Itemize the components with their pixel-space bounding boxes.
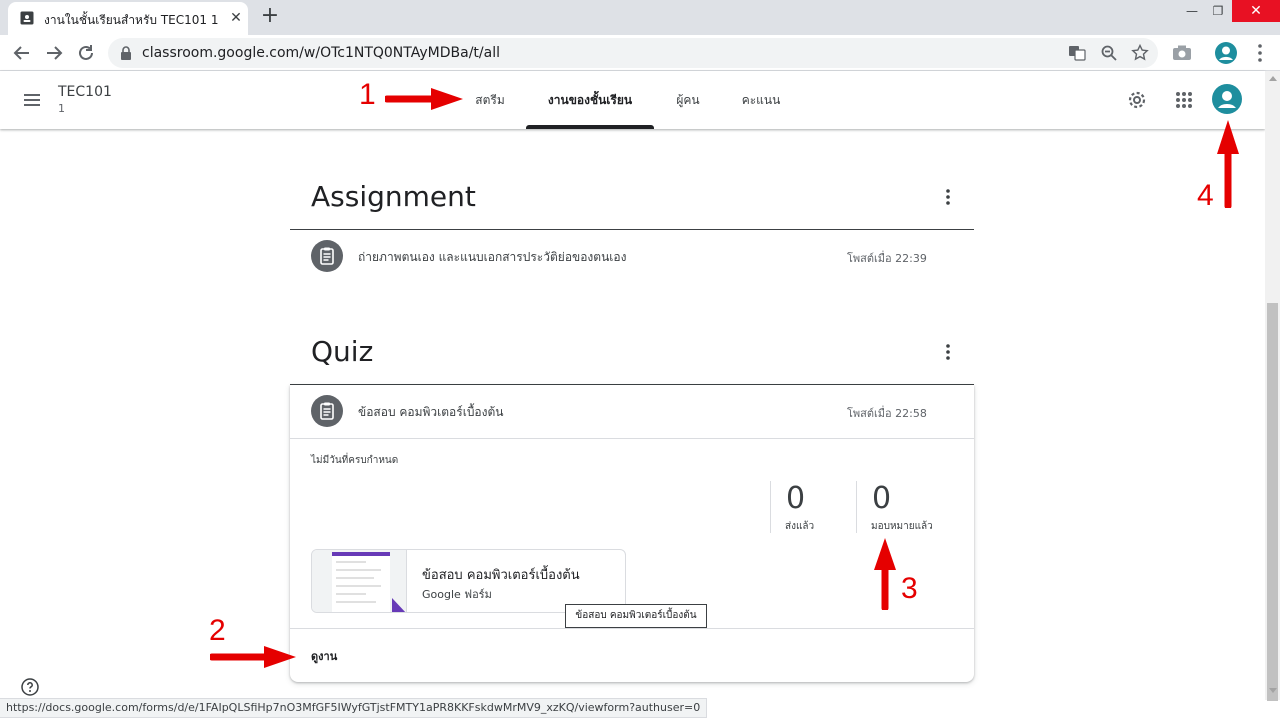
zoom-icon[interactable] (1100, 44, 1118, 62)
turned-in-count[interactable]: 0 (786, 481, 805, 516)
quiz-item-time: โพสต์เมื่อ 22:58 (847, 407, 927, 420)
active-tab-indicator (526, 125, 654, 129)
help-icon[interactable] (21, 678, 39, 696)
turned-in-label[interactable]: ส่งแล้ว (785, 519, 814, 534)
annotation-arrow-up-icon (874, 538, 896, 610)
scroll-thumb[interactable] (1267, 303, 1278, 701)
form-preview-icon (332, 552, 406, 612)
quiz-item-title[interactable]: ข้อสอบ คอมพิวเตอร์เบื้องต้น (358, 403, 504, 422)
url-text[interactable]: classroom.google.com/w/OTc1NTQ0NTAyMDBa/… (142, 45, 500, 61)
tab-stream[interactable]: สตรีม (462, 71, 518, 129)
assignment-item-time: โพสต์เมื่อ 22:39 (847, 252, 927, 265)
annotation-number: 4 (1197, 179, 1214, 212)
tab-title: งานในชั้นเรียนสำหรับ TEC101 1 (44, 13, 219, 27)
settings-gear-icon[interactable] (1125, 88, 1149, 112)
new-tab-icon[interactable]: + (258, 5, 282, 29)
back-icon[interactable] (10, 41, 34, 65)
attachment-title[interactable]: ข้อสอบ คอมพิวเตอร์เบื้องต้น (422, 564, 580, 585)
stat-divider (856, 481, 857, 533)
assignment-clipboard-icon (311, 395, 343, 427)
annotation-number: 2 (209, 614, 226, 647)
window-maximize-button[interactable]: ❐ (1202, 0, 1234, 22)
assignment-clipboard-icon (311, 240, 343, 272)
topic-more-options-icon[interactable] (938, 187, 958, 207)
reload-icon[interactable] (74, 41, 98, 65)
apps-grid-icon[interactable] (1172, 88, 1196, 112)
page-scrollbar[interactable] (1265, 71, 1280, 701)
account-avatar-icon[interactable] (1212, 84, 1242, 114)
browser-tab-bar: งานในชั้นเรียนสำหรับ TEC101 1 ✕ + — ❐ ✕ (0, 0, 1280, 35)
scroll-up-arrow-icon[interactable] (1269, 76, 1277, 81)
card-divider (290, 628, 974, 629)
topic-title: Assignment (311, 180, 476, 213)
lock-icon[interactable] (120, 46, 132, 60)
class-section: 1 (58, 102, 65, 115)
status-bar-url: https://docs.google.com/forms/d/e/1FAIpQ… (0, 698, 708, 718)
address-bar[interactable]: classroom.google.com/w/OTc1NTQ0NTAyMDBa/… (108, 38, 1158, 68)
attachment-type: Google ฟอร์ม (422, 588, 492, 601)
topic-divider (290, 229, 974, 230)
due-date-text: ไม่มีวันที่ครบกำหนด (311, 455, 399, 466)
annotation-arrow-up-icon (1217, 120, 1239, 208)
browser-tab[interactable]: งานในชั้นเรียนสำหรับ TEC101 1 ✕ (8, 2, 248, 35)
annotation-number: 3 (901, 572, 918, 605)
assigned-label[interactable]: มอบหมายแล้ว (871, 519, 933, 534)
hamburger-menu-icon[interactable] (20, 88, 44, 112)
topic-more-options-icon[interactable] (938, 342, 958, 362)
tab-people[interactable]: ผู้คน (666, 71, 710, 129)
tab-grades[interactable]: คะแนน (730, 71, 792, 129)
translate-icon[interactable] (1068, 44, 1086, 62)
tab-close-icon[interactable]: ✕ (228, 10, 244, 26)
form-thumbnail (312, 550, 407, 612)
camera-extension-icon[interactable] (1170, 41, 1194, 65)
classroom-header: TEC101 1 สตรีม งานของชั้นเรียน ผู้คน คะแ… (0, 71, 1265, 129)
topic-title: Quiz (311, 335, 374, 368)
bookmark-star-icon[interactable] (1131, 44, 1149, 62)
forward-icon[interactable] (42, 41, 66, 65)
class-name[interactable]: TEC101 (58, 84, 112, 100)
annotation-number: 1 (359, 78, 376, 111)
classroom-favicon-icon (20, 11, 34, 25)
browser-menu-icon[interactable] (1248, 41, 1272, 65)
profile-avatar-icon[interactable] (1214, 41, 1238, 65)
annotation-arrow-right-icon (210, 646, 296, 668)
tab-classwork[interactable]: งานของชั้นเรียน (526, 71, 654, 129)
card-divider (290, 438, 974, 439)
assignment-item-title[interactable]: ถ่ายภาพตนเอง และแนบเอกสารประวัติย่อของตน… (358, 248, 626, 267)
annotation-arrow-right-icon (385, 88, 463, 110)
assigned-count[interactable]: 0 (872, 481, 891, 516)
stat-divider (770, 481, 771, 533)
scroll-down-arrow-icon[interactable] (1269, 688, 1277, 693)
quiz-item-card: ข้อสอบ คอมพิวเตอร์เบื้องต้น โพสต์เมื่อ 2… (290, 385, 974, 682)
view-assignment-link[interactable]: ดูงาน (311, 647, 337, 665)
attachment-tooltip: ข้อสอบ คอมพิวเตอร์เบื้องต้น (565, 604, 707, 628)
window-close-button[interactable]: ✕ (1232, 0, 1280, 22)
browser-toolbar: classroom.google.com/w/OTc1NTQ0NTAyMDBa/… (0, 35, 1280, 71)
